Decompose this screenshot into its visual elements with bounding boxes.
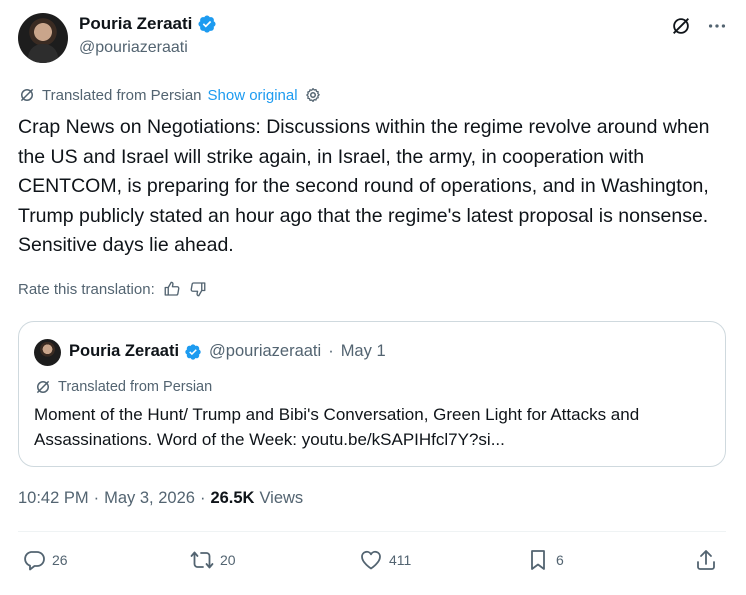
repost-icon <box>190 551 214 569</box>
meta-separator: · <box>93 489 100 507</box>
like-button[interactable]: 411 <box>359 548 411 572</box>
more-icon[interactable] <box>706 15 728 37</box>
avatar[interactable] <box>18 13 68 63</box>
top-icons <box>670 15 728 37</box>
repost-count: 20 <box>220 552 236 568</box>
grok-translate-icon[interactable] <box>670 15 692 37</box>
author-handle[interactable]: @pouriazeraati <box>79 39 188 57</box>
translate-icon <box>20 88 34 102</box>
tweet-time[interactable]: 10:42 PM <box>18 489 89 508</box>
heart-icon <box>361 550 381 570</box>
show-original-link[interactable]: Show original <box>208 87 298 104</box>
tweet-meta: 10:42 PM · May 3, 2026 · 26.5K Views <box>18 489 303 508</box>
quote-author-name: Pouria Zeraati <box>69 342 180 360</box>
views-label: Views <box>259 489 304 507</box>
tweet-date[interactable]: May 3, 2026 <box>104 489 195 508</box>
quote-separator: · <box>328 342 334 360</box>
reply-button[interactable]: 26 <box>22 548 68 572</box>
gear-icon[interactable] <box>304 86 322 104</box>
like-count: 411 <box>389 552 412 568</box>
quoted-tweet[interactable]: Pouria Zeraati @pouriazeraati · May 1 Tr… <box>18 321 726 467</box>
reply-count: 26 <box>52 552 68 568</box>
verified-badge-icon <box>198 15 216 33</box>
quote-text: Moment of the Hunt/ Trump and Bibi's Con… <box>34 405 640 449</box>
quote-header: Pouria Zeraati @pouriazeraati · May 1 <box>69 342 386 361</box>
reply-icon <box>24 551 45 571</box>
rate-label: Rate this translation: <box>18 280 155 298</box>
verified-badge-icon <box>185 343 201 360</box>
views-count: 26.5K <box>210 489 255 507</box>
rate-translation: Rate this translation: <box>18 280 207 298</box>
author-name-row: Pouria Zeraati <box>79 14 217 34</box>
share-icon <box>697 550 715 570</box>
thumbs-down-icon[interactable] <box>189 280 207 298</box>
quote-author-handle: @pouriazeraati <box>209 342 322 360</box>
tweet-header: Pouria Zeraati @pouriazeraati <box>18 13 728 65</box>
author-name[interactable]: Pouria Zeraati <box>79 14 192 34</box>
meta-separator: · <box>199 489 206 507</box>
quote-translated-label: Translated from Persian <box>58 379 213 395</box>
quote-date: May 1 <box>340 342 386 360</box>
translation-note: Translated from Persian <box>42 86 202 104</box>
repost-button[interactable]: 20 <box>190 548 236 572</box>
translate-icon <box>36 380 50 394</box>
bookmark-button[interactable]: 6 <box>526 548 564 572</box>
translation-bar: Translated from Persian Show original <box>18 86 322 104</box>
divider <box>18 531 726 532</box>
quote-translation-note: Translated from Persian <box>34 378 212 396</box>
action-bar: 26 20 411 6 <box>18 548 728 580</box>
tweet-text: Crap News on Negotiations: Discussions w… <box>18 116 710 256</box>
quote-avatar <box>34 339 61 366</box>
bookmark-count: 6 <box>556 552 564 568</box>
thumbs-up-icon[interactable] <box>163 280 181 298</box>
bookmark-icon <box>531 550 545 570</box>
share-button[interactable] <box>694 548 718 572</box>
